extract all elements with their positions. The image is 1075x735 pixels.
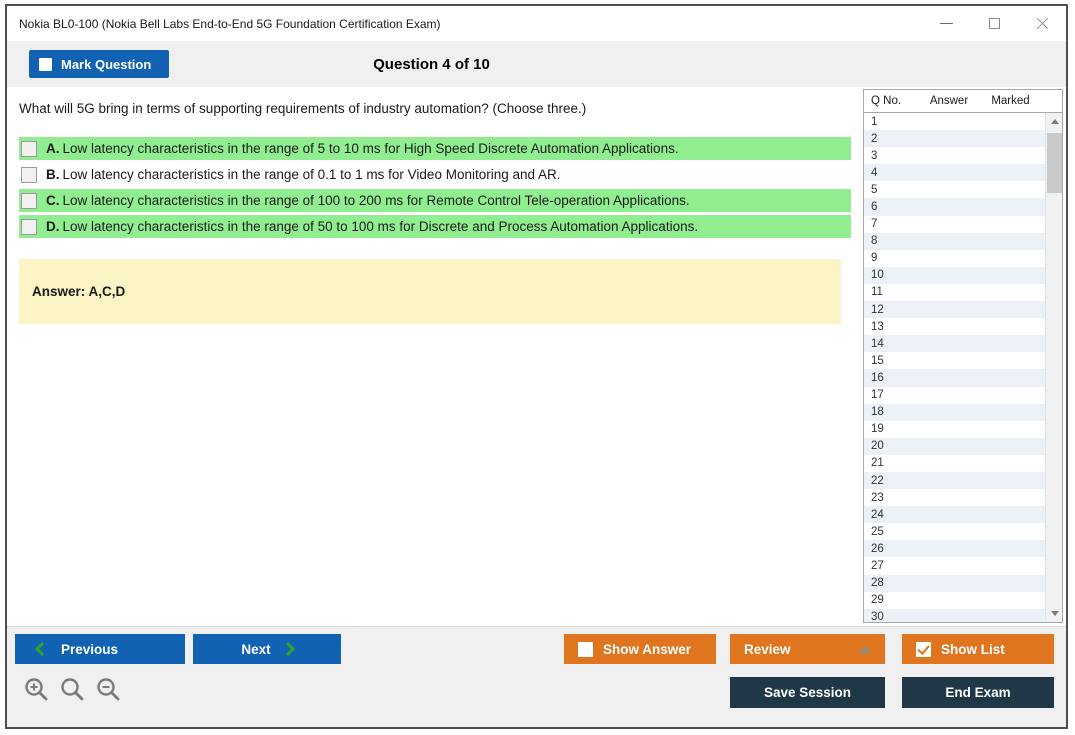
question-list-row[interactable]: 20 [864,437,1045,455]
review-label: Review [744,641,791,657]
option-text: B. Low latency characteristics in the ran… [46,167,561,182]
window-controls [922,6,1066,41]
question-list-row[interactable]: 11 [864,283,1045,302]
column-answer: Answer [929,95,969,107]
question-counter: Question 4 of 10 [373,55,490,73]
option-checkbox[interactable] [21,218,37,235]
question-list-row[interactable]: 30 [864,608,1045,622]
question-list-row[interactable]: 29 [864,591,1045,609]
question-list-row[interactable]: 12 [864,301,1045,319]
chevron-left-icon [34,641,50,657]
question-list-row[interactable]: 19 [864,420,1045,438]
option-text: C. Low latency characteristics in the ran… [46,193,690,208]
question-list-row[interactable]: 14 [864,335,1045,353]
question-list-scrollbar[interactable] [1045,113,1062,622]
previous-button[interactable]: Previous [15,634,185,664]
next-button[interactable]: Next [193,634,341,664]
next-label: Next [241,641,271,657]
question-list-row[interactable]: 8 [864,232,1045,250]
question-list-row[interactable]: 7 [864,215,1045,233]
answer-option-a[interactable]: A. Low latency characteristics in the ran… [19,137,851,160]
zoom-toolbar [23,676,122,703]
scroll-up-button[interactable] [1046,113,1062,130]
question-rows: 1 2 3 4 5 6 7 8 9 10 11 12 13 14 15 16 17 18 19 20 21 22 23 24 2… [864,113,1045,622]
question-area: What will 5G bring in terms of supportin… [7,87,863,626]
question-list-row[interactable]: 6 [864,198,1045,216]
scrollbar-thumb[interactable] [1047,133,1062,193]
show-list-label: Show List [941,641,1005,657]
answer-option-c[interactable]: C. Low latency characteristics in the ran… [19,189,851,212]
show-list-button[interactable]: Show List [902,634,1054,664]
minimize-icon [939,23,953,24]
maximize-icon [988,18,1000,29]
question-list-row[interactable]: 28 [864,574,1045,592]
maximize-button[interactable] [970,6,1018,41]
zoom-out-icon[interactable] [95,676,122,703]
question-list-row[interactable]: 10 [864,266,1045,284]
show-answer-button[interactable]: Show Answer [564,634,716,664]
show-answer-label: Show Answer [603,641,692,657]
question-list-row[interactable]: 16 [864,369,1045,387]
question-list-header: Q No. Answer Marked [864,90,1062,113]
column-marked: Marked [991,95,1030,107]
question-list-row[interactable]: 25 [864,523,1045,541]
dropdown-up-icon [859,645,871,653]
end-exam-button[interactable]: End Exam [902,677,1054,708]
question-list-body: 1 2 3 4 5 6 7 8 9 10 11 12 13 14 15 16 17 18 19 20 21 22 23 24 2… [864,113,1062,622]
column-qno: Q No. [871,95,902,107]
bottom-bar: Previous Next Show Answer Review Show Li… [7,626,1066,727]
answer-options: A. Low latency characteristics in the ran… [19,137,851,238]
answer-option-d[interactable]: D. Low latency characteristics in the ran… [19,215,851,238]
question-list-row[interactable]: 4 [864,164,1045,182]
question-list-row[interactable]: 9 [864,249,1045,267]
question-list-row[interactable]: 24 [864,506,1045,524]
scroll-down-icon [1050,611,1059,616]
review-button[interactable]: Review [730,634,885,664]
header-bar: Mark Question Question 4 of 10 [7,41,1066,87]
question-list-row[interactable]: 27 [864,557,1045,575]
question-list-panel: Q No. Answer Marked 1 2 3 4 5 6 7 8 9 10 11 12 13 14 1… [863,89,1063,623]
save-session-label: Save Session [763,685,852,700]
app-window: Nokia BL0-100 (Nokia Bell Labs End-to-En… [5,4,1068,729]
minimize-button[interactable] [922,6,970,41]
zoom-in-icon[interactable] [23,676,50,703]
answer-box: Answer: A,C,D [19,259,841,324]
title-bar: Nokia BL0-100 (Nokia Bell Labs End-to-En… [7,6,1066,41]
question-list-row[interactable]: 15 [864,352,1045,370]
scroll-up-icon [1050,119,1059,124]
question-list-row[interactable]: 3 [864,147,1045,165]
question-list-row[interactable]: 18 [864,403,1045,421]
option-checkbox[interactable] [21,140,37,157]
show-list-checkbox[interactable] [916,641,931,657]
question-list-row[interactable]: 17 [864,386,1045,404]
question-list-row[interactable]: 2 [864,130,1045,148]
show-answer-checkbox[interactable] [578,641,593,657]
save-session-button[interactable]: Save Session [730,677,885,708]
chevron-right-icon [280,641,295,657]
question-list-row[interactable]: 23 [864,489,1045,507]
option-text: A. Low latency characteristics in the ran… [46,141,679,156]
question-list-row[interactable]: 1 [864,113,1045,131]
scroll-down-button[interactable] [1046,605,1062,622]
question-list-row[interactable]: 21 [864,454,1045,472]
close-icon [1036,17,1049,30]
previous-label: Previous [61,641,119,657]
option-checkbox[interactable] [21,166,37,183]
question-list-row[interactable]: 22 [864,471,1045,490]
question-list-row[interactable]: 13 [864,318,1045,336]
close-button[interactable] [1018,6,1066,41]
question-list-row[interactable]: 5 [864,181,1045,199]
window-title: Nokia BL0-100 (Nokia Bell Labs End-to-En… [19,16,441,31]
question-list-row[interactable]: 26 [864,540,1045,558]
option-checkbox[interactable] [21,192,37,209]
end-exam-label: End Exam [945,685,1011,700]
zoom-reset-icon[interactable] [59,676,86,703]
main-area: What will 5G bring in terms of supportin… [7,87,1066,626]
option-text: D. Low latency characteristics in the ran… [46,219,699,234]
question-text: What will 5G bring in terms of supportin… [19,101,587,116]
answer-option-b[interactable]: B. Low latency characteristics in the ran… [19,163,851,186]
